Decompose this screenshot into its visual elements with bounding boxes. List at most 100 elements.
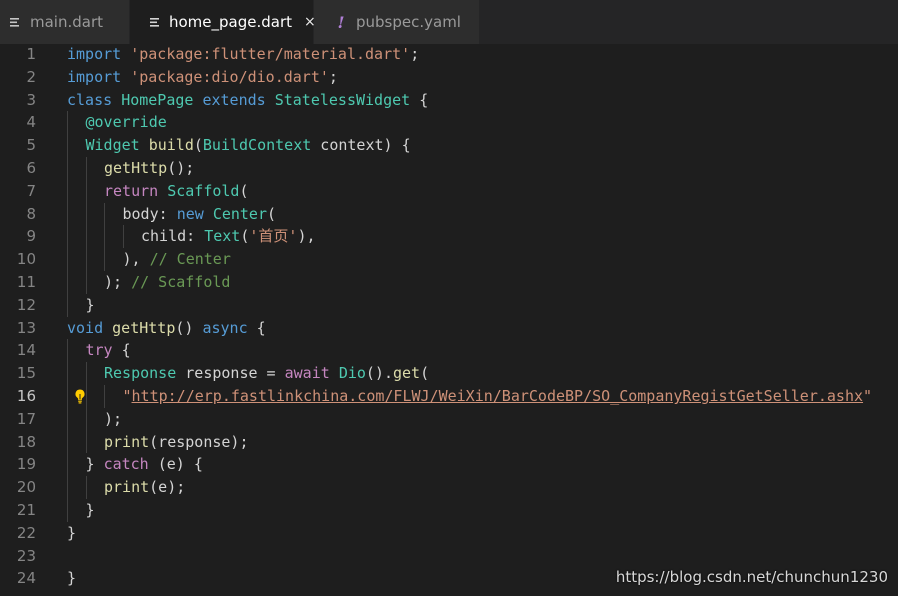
editor-area[interactable]: 1 import 'package:flutter/material.dart';…: [0, 43, 898, 596]
code-token: Center: [212, 204, 267, 223]
code-line[interactable]: 21}: [0, 499, 898, 522]
code-token: ;: [328, 67, 338, 86]
code-line[interactable]: 10), // Center: [0, 248, 898, 271]
code-editor-window: main.dart home_page.dart × ! pubspec.yam…: [0, 0, 898, 596]
line-number: 13: [16, 318, 36, 337]
code-text: import 'package:flutter/material.dart';: [67, 43, 419, 66]
indent-guide: [122, 225, 124, 249]
indent-guide: [104, 202, 105, 226]
line-number: 18: [16, 432, 36, 451]
indent-guide: [67, 407, 68, 431]
code-text: ); // Scaffold: [104, 271, 230, 294]
code-text: try {: [86, 339, 131, 362]
code-text: } catch (e) {: [86, 453, 203, 476]
tab-main-dart[interactable]: main.dart: [0, 0, 130, 44]
line-number: 11: [16, 273, 36, 291]
code-token: Response: [104, 364, 177, 383]
code-line[interactable]: 6 getHttp();: [0, 157, 898, 180]
line-number: 22: [16, 523, 36, 542]
code-token: :: [158, 204, 177, 223]
lightbulb-icon[interactable]: [72, 388, 88, 405]
code-line[interactable]: 11 ); // Scaffold: [0, 271, 898, 294]
line-number: 23: [16, 546, 36, 565]
code-token: return: [104, 181, 159, 200]
code-line[interactable]: 23: [0, 545, 898, 568]
code-token: import: [67, 67, 122, 86]
code-token: Scaffold: [167, 181, 240, 200]
code-text: body: new Center(: [123, 203, 277, 226]
indent-guide: [85, 271, 87, 294]
code-line[interactable]: 16 "http://erp.fastlinkchina.com/FLWJ/Wei…: [0, 385, 898, 408]
indent-guide: [67, 476, 68, 499]
code-line[interactable]: 19} catch (e) {: [0, 453, 898, 477]
line-number: 14: [16, 341, 36, 360]
code-text: }: [67, 567, 76, 590]
indent-guide: [67, 430, 68, 454]
indent-guide: [67, 179, 68, 203]
code-token: (: [420, 364, 430, 383]
code-token: ),: [122, 250, 150, 269]
code-text: getHttp();: [104, 157, 194, 180]
code-line[interactable]: 7 return Scaffold(: [0, 179, 898, 203]
code-token: BuildContext: [202, 136, 312, 155]
code-line[interactable]: 22}: [0, 522, 898, 545]
indent-guide: [104, 248, 105, 271]
code-line[interactable]: 12}: [0, 293, 898, 317]
code-text: }: [86, 294, 95, 317]
code-token: (e);: [149, 478, 186, 497]
code-line[interactable]: 5 Widget build(BuildContext context) {: [0, 134, 898, 157]
code-text: ), // Center: [123, 248, 231, 271]
code-token: ": [122, 387, 132, 405]
code-token: (: [267, 204, 277, 223]
code-line[interactable]: 20 print(e);: [0, 476, 898, 499]
code-token: get: [393, 364, 421, 383]
line-number: 9: [26, 227, 36, 246]
indent-guide: [67, 225, 68, 249]
code-token: );: [104, 409, 123, 428]
indent-guide: [67, 248, 68, 271]
code-line[interactable]: 8 body: new Center(: [0, 202, 898, 226]
code-line[interactable]: 9 child: Text('首页'),: [0, 225, 898, 249]
code-token: {: [410, 90, 429, 109]
code-line[interactable]: 13 void getHttp() async {: [0, 317, 898, 340]
code-line[interactable]: 3 class HomePage extends StatelessWidget …: [0, 89, 898, 112]
code-token: );: [104, 273, 132, 291]
code-line[interactable]: 4 @override: [0, 111, 898, 135]
indent-guide: [67, 499, 68, 522]
indent-guide: [85, 202, 87, 226]
indent-guide: [67, 362, 68, 385]
tab-label: pubspec.yaml: [356, 13, 461, 31]
code-line[interactable]: 17);: [0, 407, 898, 431]
tab-pubspec-yaml[interactable]: ! pubspec.yaml: [314, 0, 480, 44]
code-line[interactable]: 14 try {: [0, 339, 898, 363]
code-line[interactable]: 18 print(response);: [0, 430, 898, 454]
code-token: }: [85, 295, 95, 314]
tab-label: main.dart: [30, 13, 104, 31]
code-token: (: [239, 181, 249, 200]
code-text: );: [104, 408, 122, 431]
tab-home-page-dart[interactable]: home_page.dart ×: [130, 0, 316, 44]
line-number: 5: [26, 136, 36, 155]
indent-guide: [85, 225, 87, 249]
tab-label: home_page.dart: [169, 13, 293, 31]
code-token: response =: [176, 364, 285, 383]
code-text: void getHttp() async {: [67, 317, 266, 340]
code-token: Dio: [338, 364, 366, 383]
code-token: 'package:flutter/material.dart': [130, 45, 411, 63]
code-line[interactable]: 1 import 'package:flutter/material.dart';: [0, 43, 898, 66]
line-number: 21: [16, 501, 36, 519]
indent-guide: [67, 271, 68, 294]
code-text: Widget build(BuildContext context) {: [86, 134, 411, 157]
code-line[interactable]: 15 Response response = await Dio().get(: [0, 362, 898, 385]
code-token: try: [85, 341, 113, 360]
code-token: catch: [103, 455, 149, 474]
code-line[interactable]: 2 import 'package:dio/dio.dart';: [0, 66, 898, 89]
code-token: // Center: [149, 250, 231, 269]
code-text: "http://erp.fastlinkchina.com/FLWJ/WeiXi…: [123, 385, 873, 408]
indent-guide: [67, 385, 68, 408]
code-token: @override: [85, 113, 167, 132]
